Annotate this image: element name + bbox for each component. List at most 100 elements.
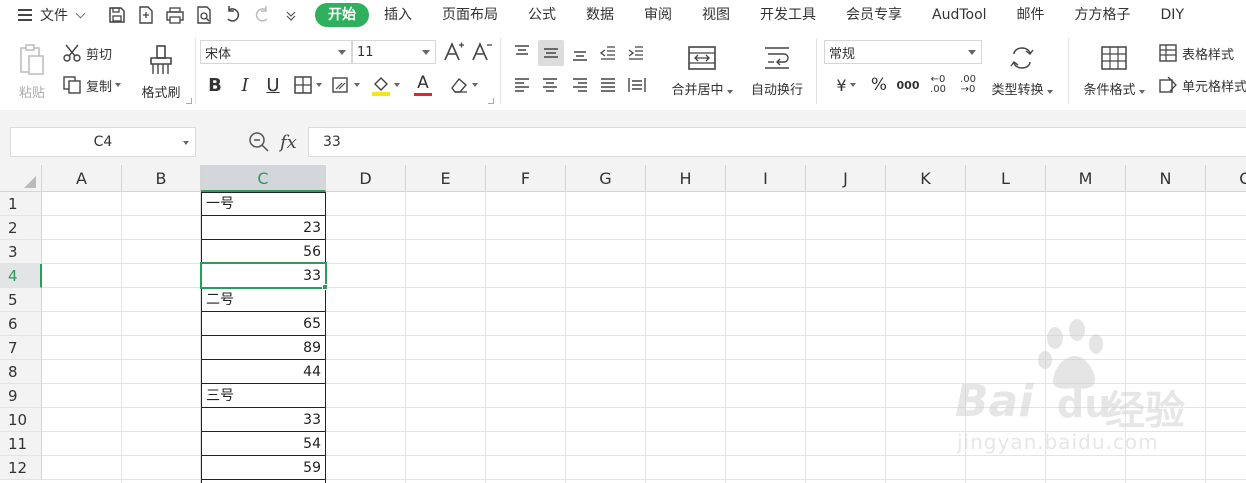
print-button[interactable] [160, 2, 189, 28]
align-top-button[interactable] [510, 40, 534, 66]
column-header-o[interactable]: O [1206, 165, 1246, 192]
distributed-align-button[interactable] [624, 72, 650, 98]
row-header-5[interactable]: 5 [0, 288, 42, 312]
cell-style-button[interactable]: 单元格样式 [1158, 72, 1246, 98]
copy-button[interactable]: 复制 [62, 72, 122, 98]
column-header-g[interactable]: G [566, 165, 646, 192]
align-middle-button[interactable] [538, 40, 564, 66]
thousands-separator-button[interactable]: 000 [894, 72, 922, 98]
select-all-corner[interactable] [0, 165, 42, 192]
fill-handle[interactable] [322, 284, 328, 290]
format-painter-button[interactable]: 格式刷 [134, 38, 188, 106]
decrease-indent-button[interactable] [596, 40, 620, 66]
increase-indent-button[interactable] [624, 40, 648, 66]
font-size-combo[interactable]: 11 [352, 40, 436, 64]
align-right-button[interactable] [568, 72, 592, 98]
row-header-12[interactable]: 12 [0, 456, 42, 480]
increase-decimal-button[interactable]: ←0 .00 [924, 72, 952, 98]
number-format-combo[interactable]: 常规 [824, 40, 982, 64]
column-header-i[interactable]: I [726, 165, 806, 192]
wrap-text-button[interactable]: 自动换行 [744, 40, 810, 102]
column-header-k[interactable]: K [886, 165, 966, 192]
tab-insert[interactable]: 插入 [369, 3, 427, 27]
tab-data[interactable]: 数据 [571, 3, 629, 27]
tab-formulas[interactable]: 公式 [513, 3, 571, 27]
name-box[interactable]: C4 [10, 127, 196, 157]
row-header-4[interactable]: 4 [0, 264, 42, 288]
bold-button[interactable]: B [204, 72, 226, 98]
tab-view[interactable]: 视图 [687, 3, 745, 27]
column-header-c[interactable]: C [201, 165, 326, 192]
tab-developer[interactable]: 开发工具 [745, 3, 831, 27]
row-header-11[interactable]: 11 [0, 432, 42, 456]
redo-button[interactable] [247, 2, 276, 28]
cut-button[interactable]: 剪切 [62, 40, 112, 66]
font-color-button[interactable]: A [406, 72, 440, 98]
watermark-url: jingyan.baidu.com [957, 430, 1159, 454]
row-header-1[interactable]: 1 [0, 192, 42, 216]
fill-color-button[interactable] [368, 72, 402, 98]
clear-format-button[interactable] [446, 72, 480, 98]
column-header-h[interactable]: H [646, 165, 726, 192]
tab-fangfang[interactable]: 方方格子 [1060, 3, 1146, 27]
formula-input[interactable]: 33 [308, 127, 1246, 157]
align-center-button[interactable] [538, 72, 562, 98]
column-header-f[interactable]: F [486, 165, 566, 192]
align-left-button[interactable] [510, 72, 534, 98]
row-header-9[interactable]: 9 [0, 384, 42, 408]
italic-button[interactable]: I [234, 72, 256, 98]
export-pdf-button[interactable] [131, 2, 160, 28]
font-name-combo[interactable]: 宋体 [200, 40, 352, 64]
customize-toolbar-button[interactable] [276, 2, 305, 28]
tab-page-layout[interactable]: 页面布局 [427, 3, 513, 27]
row-header-3[interactable]: 3 [0, 240, 42, 264]
print-preview-button[interactable] [189, 2, 218, 28]
decrease-decimal-button[interactable]: .00 →0 [954, 72, 982, 98]
column-header-n[interactable]: N [1126, 165, 1206, 192]
font-dialog-launcher[interactable] [488, 98, 494, 104]
column-header-b[interactable]: B [122, 165, 201, 192]
increase-font-button[interactable] [442, 40, 466, 64]
file-menu[interactable]: 文件 [0, 0, 102, 30]
tab-member[interactable]: 会员专享 [831, 3, 917, 27]
fill-pattern-button[interactable] [328, 72, 362, 98]
zoom-icon[interactable] [248, 131, 270, 153]
underline-button[interactable]: U [262, 72, 284, 98]
table-style-button[interactable]: 表格样式 [1158, 40, 1234, 66]
currency-button[interactable]: ¥ [828, 72, 864, 98]
column-header-a[interactable]: A [42, 165, 122, 192]
column-header-e[interactable]: E [406, 165, 486, 192]
chevron-down-icon [968, 50, 976, 55]
align-bottom-button[interactable] [568, 40, 592, 66]
undo-button[interactable] [218, 2, 247, 28]
tab-home[interactable]: 开始 [315, 3, 369, 27]
tab-diy[interactable]: DIY [1146, 3, 1199, 27]
merge-center-button[interactable]: 合并居中 [662, 40, 742, 102]
outdent-icon [599, 46, 615, 60]
row-header-8[interactable]: 8 [0, 360, 42, 384]
wrap-text-label: 自动换行 [750, 82, 803, 98]
paste-button[interactable]: 粘贴 [10, 38, 54, 106]
grid-line [645, 192, 646, 483]
column-header-m[interactable]: M [1046, 165, 1126, 192]
column-header-j[interactable]: J [806, 165, 886, 192]
tab-review[interactable]: 审阅 [629, 3, 687, 27]
percent-button[interactable]: % [866, 72, 892, 98]
save-button[interactable] [102, 2, 131, 28]
format-painter-label: 格式刷 [141, 85, 181, 101]
row-header-10[interactable]: 10 [0, 408, 42, 432]
column-header-l[interactable]: L [966, 165, 1046, 192]
tab-mail[interactable]: 邮件 [1002, 3, 1060, 27]
decrease-font-button[interactable] [470, 40, 494, 64]
column-header-d[interactable]: D [326, 165, 406, 192]
borders-button[interactable] [290, 72, 324, 98]
type-convert-button[interactable]: 类型转换 [984, 40, 1060, 102]
conditional-format-button[interactable]: 条件格式 [1074, 40, 1154, 102]
row-header-7[interactable]: 7 [0, 336, 42, 360]
clipboard-dialog-launcher[interactable] [186, 98, 192, 104]
insert-function-button[interactable]: fx [280, 132, 297, 153]
tab-audtool[interactable]: AudTool [917, 3, 1002, 27]
justify-button[interactable] [596, 72, 620, 98]
row-header-2[interactable]: 2 [0, 216, 42, 240]
row-header-6[interactable]: 6 [0, 312, 42, 336]
